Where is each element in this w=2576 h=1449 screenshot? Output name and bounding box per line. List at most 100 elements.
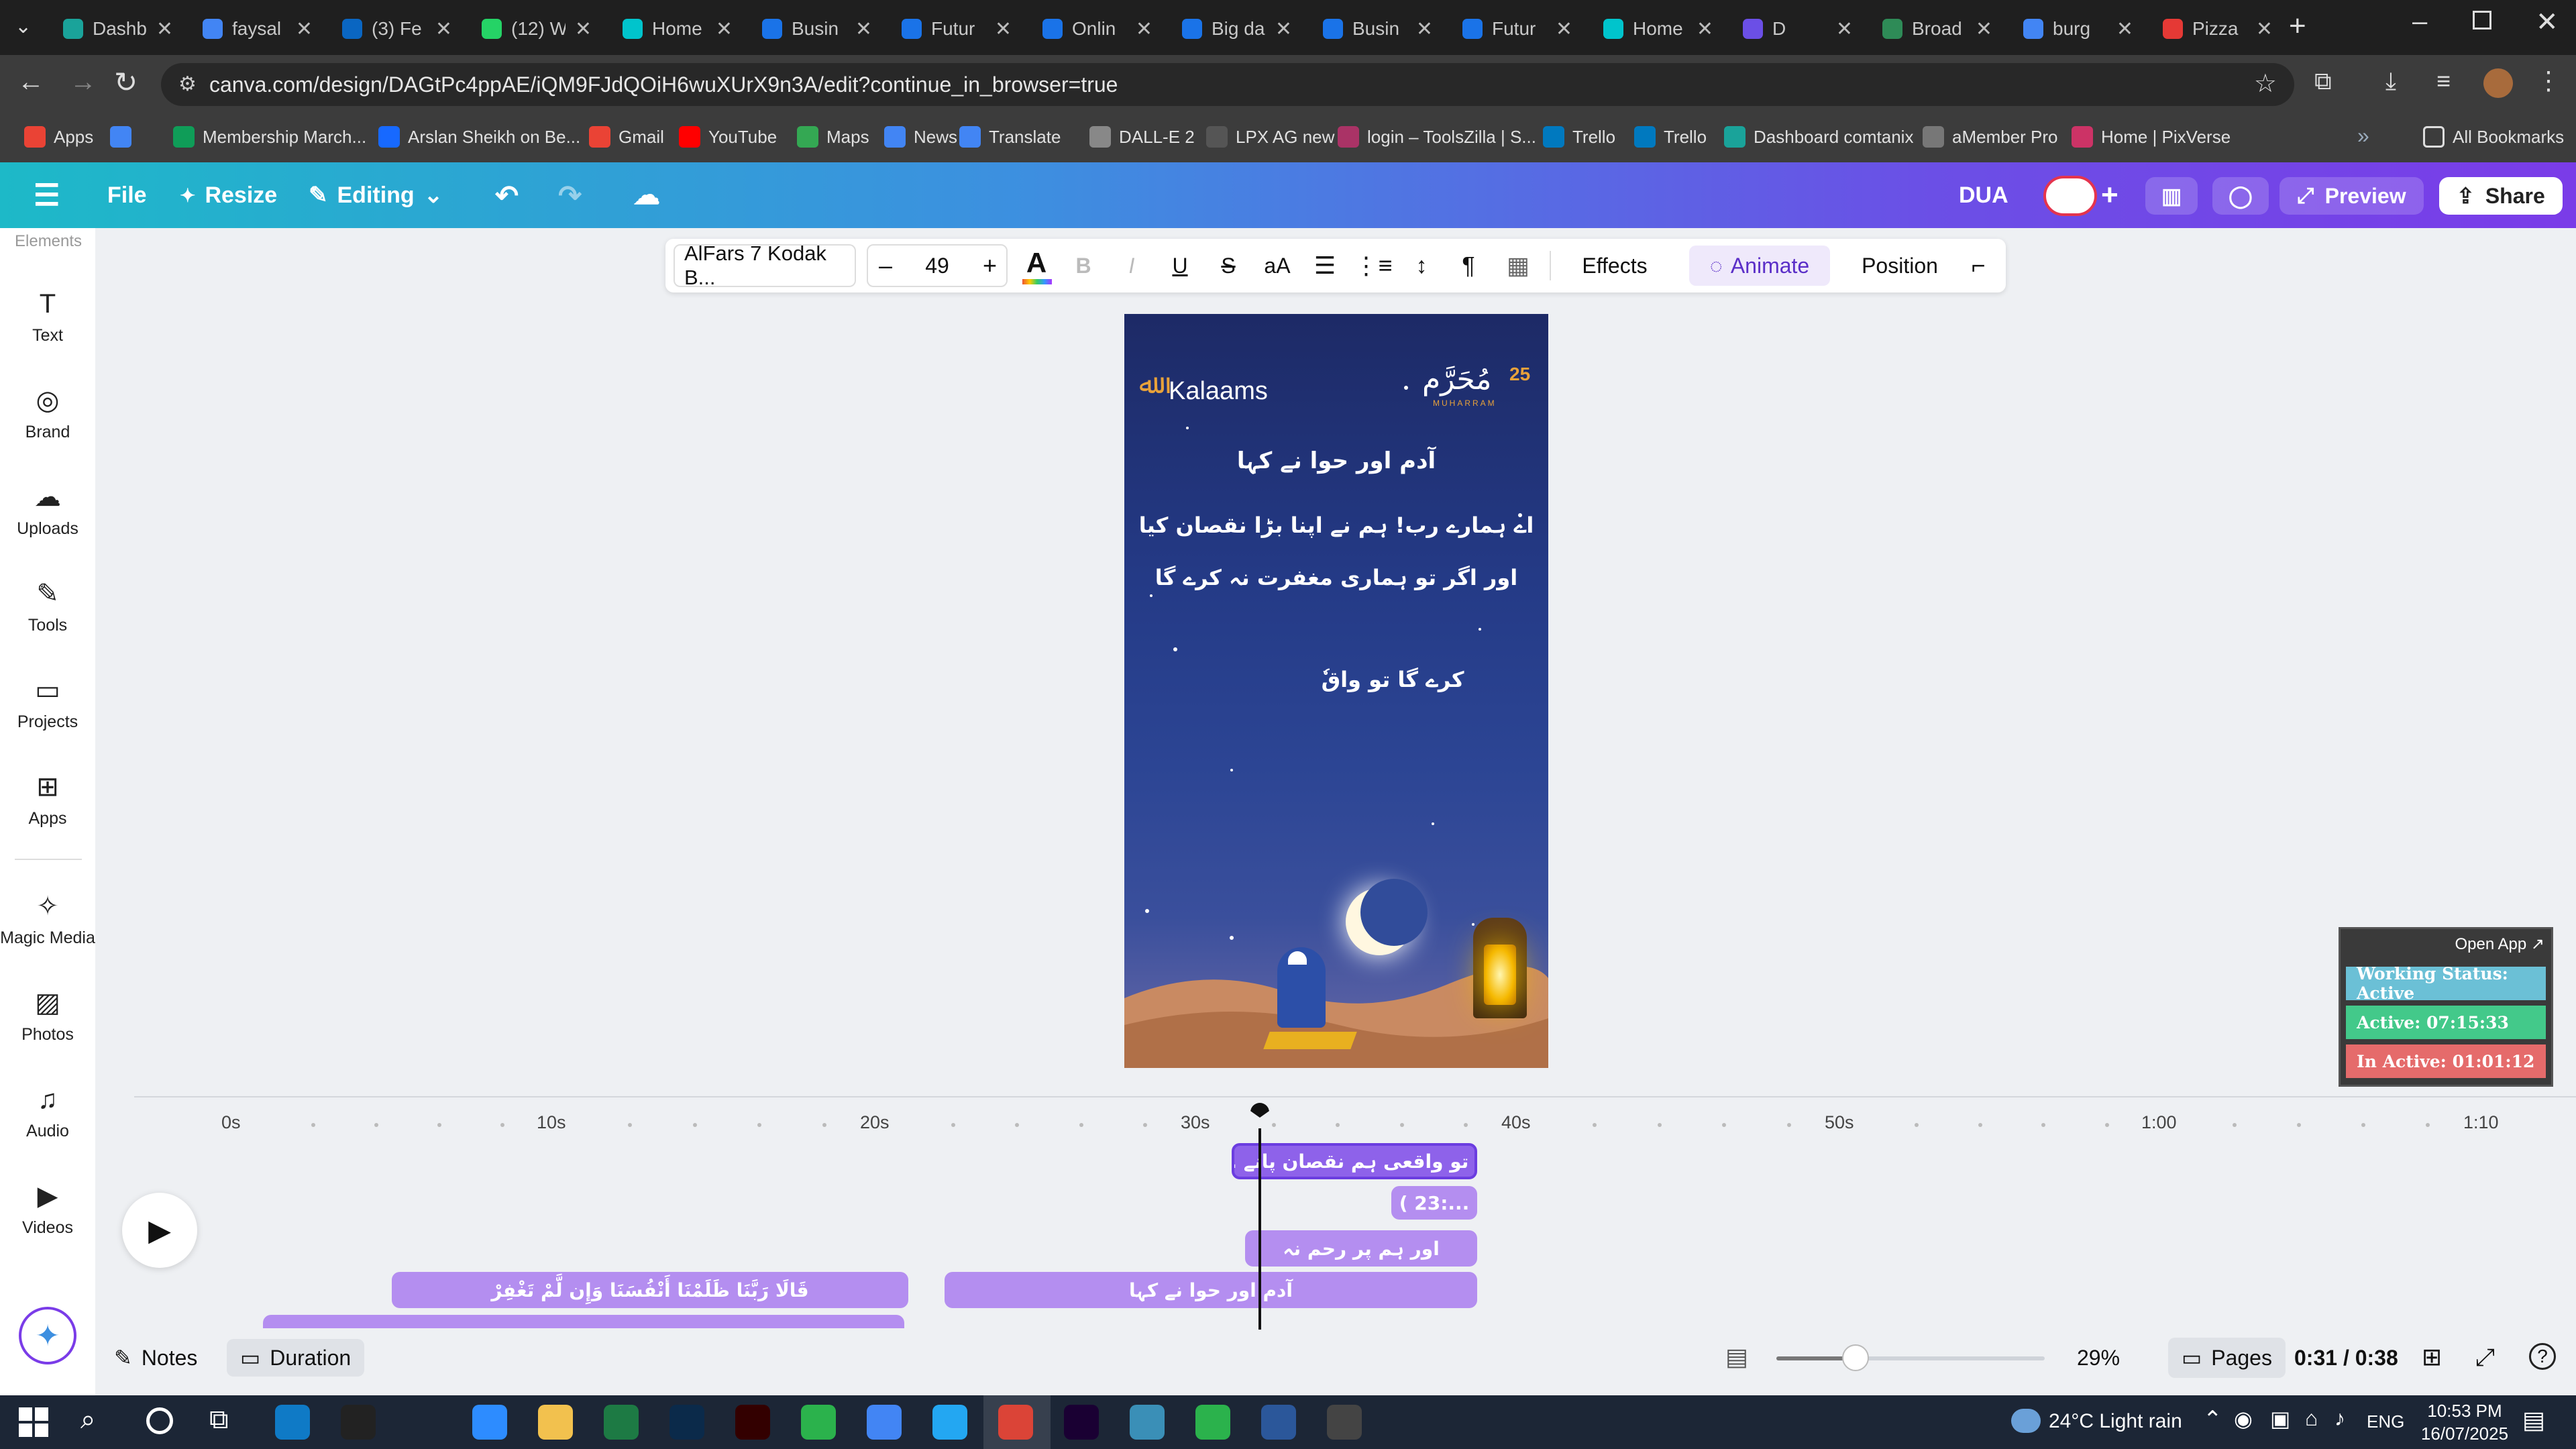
text-direction-icon[interactable]: ¶ bbox=[1452, 239, 1485, 292]
word-icon[interactable] bbox=[1261, 1405, 1296, 1440]
close-tab-icon[interactable]: ✕ bbox=[1697, 17, 1713, 41]
browser-tab[interactable]: Busin ✕ bbox=[1311, 8, 1445, 50]
list-icon[interactable]: ⋮≡ bbox=[1354, 239, 1393, 292]
bookmark-item[interactable]: LPX AG new bbox=[1206, 126, 1334, 148]
profile-avatar[interactable] bbox=[2483, 68, 2513, 98]
terminal-icon[interactable] bbox=[341, 1405, 376, 1440]
clock-time[interactable]: 10:53 PM bbox=[2423, 1401, 2506, 1421]
file-explorer-icon[interactable] bbox=[538, 1405, 573, 1440]
back-icon[interactable]: ← bbox=[17, 67, 44, 97]
grid-view-icon[interactable]: ⊞ bbox=[2422, 1343, 2442, 1371]
forward-icon[interactable]: → bbox=[70, 67, 97, 97]
bookmark-item[interactable]: Home | PixVerse bbox=[2072, 126, 2231, 148]
browser-tab[interactable]: Broad ✕ bbox=[1870, 8, 2004, 50]
urdu-line-4[interactable]: کرے گا تو واقٗ bbox=[1181, 667, 1548, 692]
file-menu[interactable]: File bbox=[107, 162, 147, 228]
timeline-clip-partial[interactable] bbox=[263, 1315, 904, 1328]
excel-icon[interactable] bbox=[604, 1405, 639, 1440]
bookmark-item[interactable]: News bbox=[884, 126, 957, 148]
sidebar-item-brand[interactable]: ◎ Brand bbox=[0, 385, 95, 442]
bookmark-item[interactable]: Translate bbox=[959, 126, 1061, 148]
bookmark-item[interactable] bbox=[110, 126, 140, 148]
editing-dropdown[interactable]: ✎ Editing ⌄ bbox=[309, 162, 443, 228]
bookmark-item[interactable]: Trello bbox=[1634, 126, 1707, 148]
sidebar-item-photos[interactable]: ▨ Photos bbox=[0, 987, 95, 1044]
tray-app-icon[interactable]: ◉ bbox=[2234, 1406, 2253, 1432]
restore-icon[interactable] bbox=[2473, 11, 2491, 30]
letter-case-icon[interactable]: aA bbox=[1258, 239, 1296, 292]
browser-tab[interactable]: D ✕ bbox=[1731, 8, 1865, 50]
bookmark-item[interactable]: Membership March... bbox=[173, 126, 366, 148]
app-icon[interactable] bbox=[1130, 1405, 1165, 1440]
comments-button[interactable]: ◯ bbox=[2212, 177, 2269, 215]
illustrator-icon[interactable] bbox=[735, 1405, 770, 1440]
magic-assistant-icon[interactable]: ✦ bbox=[19, 1307, 76, 1364]
sidebar-item-apps[interactable]: ⊞ Apps bbox=[0, 771, 95, 828]
bookmark-item[interactable]: YouTube bbox=[679, 126, 777, 148]
close-tab-icon[interactable]: ✕ bbox=[1556, 17, 1572, 41]
vscode-icon[interactable] bbox=[932, 1405, 967, 1440]
spacing-icon[interactable]: ↕ bbox=[1405, 239, 1438, 292]
browser-tab[interactable]: Home ✕ bbox=[1591, 8, 1725, 50]
timeline-clip[interactable]: ( 23:... bbox=[1391, 1186, 1477, 1220]
browser-tab[interactable]: faysal ✕ bbox=[191, 8, 325, 50]
close-tab-icon[interactable]: ✕ bbox=[1836, 17, 1853, 41]
close-tab-icon[interactable]: ✕ bbox=[1416, 17, 1433, 41]
sidebar-item-projects[interactable]: ▭ Projects bbox=[0, 675, 95, 732]
media-controls-icon[interactable]: ≡ bbox=[2436, 67, 2451, 95]
urdu-line-3[interactable]: اور اگر تو ہماری مغفرت نہ کرے گا bbox=[1124, 565, 1548, 590]
text-color-icon[interactable]: A bbox=[1020, 239, 1053, 292]
close-tab-icon[interactable]: ✕ bbox=[716, 17, 733, 41]
bookmark-item[interactable]: DALL-E 2 bbox=[1089, 126, 1195, 148]
page-view-icon[interactable]: ▤ bbox=[1725, 1343, 1748, 1371]
browser-tab[interactable]: Dashb ✕ bbox=[51, 8, 185, 50]
play-button[interactable]: ▶ bbox=[122, 1193, 197, 1268]
all-bookmarks-button[interactable]: All Bookmarks bbox=[2423, 126, 2564, 148]
chrome-icon[interactable] bbox=[867, 1405, 902, 1440]
bookmark-item[interactable]: aMember Pro bbox=[1923, 126, 2058, 148]
browser-tab[interactable]: Big da ✕ bbox=[1170, 8, 1304, 50]
zoom-level[interactable]: 29% bbox=[2077, 1346, 2120, 1371]
reload-icon[interactable]: ↻ bbox=[114, 66, 138, 99]
cortana-icon[interactable] bbox=[146, 1407, 173, 1434]
design-title[interactable]: DUA bbox=[1959, 162, 2008, 228]
underline-icon[interactable]: U bbox=[1163, 239, 1197, 292]
decrease-size-icon[interactable]: – bbox=[879, 252, 892, 280]
timeline-clip[interactable]: اور ہم پر رحم نہ bbox=[1245, 1230, 1477, 1267]
clock-date[interactable]: 16/07/2025 bbox=[2416, 1424, 2513, 1444]
browser-tab[interactable]: Pizza ✕ bbox=[2151, 8, 2285, 50]
browser-tab[interactable]: (3) Fe ✕ bbox=[330, 8, 464, 50]
sidebar-item-text[interactable]: T Text bbox=[0, 288, 95, 345]
timeline-clip[interactable]: آدم اور حوا نے کہا bbox=[945, 1272, 1477, 1308]
urdu-line-1[interactable]: آدم اور حوا نے کہا bbox=[1124, 447, 1548, 474]
bookmark-item[interactable]: Maps bbox=[797, 126, 869, 148]
align-center-icon[interactable]: ☰ bbox=[1308, 239, 1342, 292]
sidebar-item-videos[interactable]: ▶ Videos bbox=[0, 1181, 95, 1238]
network-icon[interactable]: ⌂ bbox=[2305, 1406, 2318, 1431]
design-page[interactable]: ﷲ Kalaams مُحَرَّم 25 MUHARRAM آدم اور ح… bbox=[1124, 314, 1548, 1068]
bookmark-item[interactable]: Apps bbox=[24, 126, 93, 148]
chrome-profile-icon[interactable] bbox=[998, 1405, 1033, 1440]
tray-meet-icon[interactable]: ▣ bbox=[2270, 1406, 2290, 1432]
task-view-icon[interactable]: ⧉ bbox=[209, 1405, 229, 1435]
minimize-icon[interactable]: – bbox=[2412, 7, 2427, 37]
tray-chevron-icon[interactable]: ⌃ bbox=[2203, 1406, 2222, 1433]
notes-button[interactable]: ✎ Notes bbox=[114, 1342, 197, 1374]
photoshop-icon[interactable] bbox=[669, 1405, 704, 1440]
browser-tab[interactable]: Home ✕ bbox=[610, 8, 745, 50]
sidebar-item-uploads[interactable]: ☁ Uploads bbox=[0, 482, 95, 539]
redo-icon[interactable]: ↷ bbox=[558, 162, 582, 228]
url-input[interactable]: ⚙ canva.com/design/DAGtPc4ppAE/iQM9FJdQO… bbox=[161, 63, 2294, 106]
font-size-value[interactable]: 49 bbox=[925, 254, 949, 278]
browser-edge-icon[interactable] bbox=[275, 1405, 310, 1440]
urdu-line-2[interactable]: اے ہمارے رب! ہم نے اپنا بڑا نقصان کیا bbox=[1124, 513, 1548, 538]
timeline-clip[interactable]: ... گا تو واقعی ہم نقصان پانے bbox=[1232, 1143, 1477, 1179]
fullscreen-icon[interactable]: ⤢ bbox=[2475, 1343, 2495, 1372]
close-tab-icon[interactable]: ✕ bbox=[2116, 17, 2133, 41]
position-button[interactable]: Position bbox=[1846, 239, 1953, 292]
sidebar-item-tools[interactable]: ✎ Tools bbox=[0, 578, 95, 635]
bookmark-item[interactable]: Dashboard comtanix bbox=[1724, 126, 1913, 148]
windows-start-icon[interactable] bbox=[19, 1407, 48, 1437]
bold-icon[interactable]: B bbox=[1067, 239, 1100, 292]
close-tab-icon[interactable]: ✕ bbox=[575, 17, 592, 41]
